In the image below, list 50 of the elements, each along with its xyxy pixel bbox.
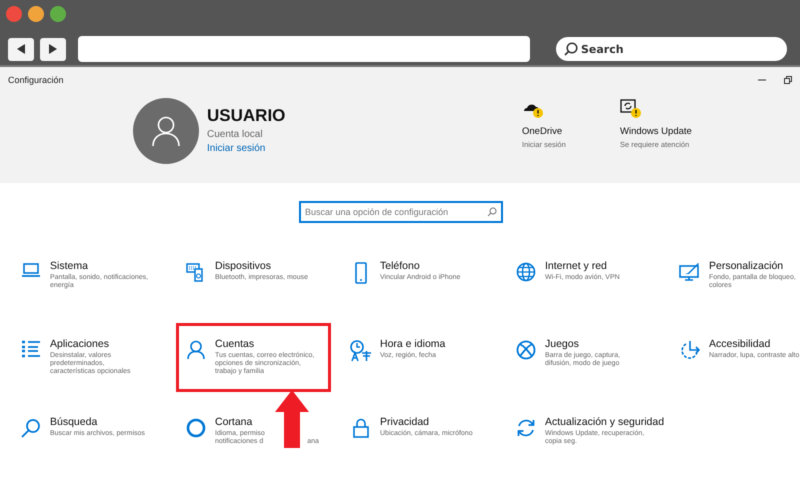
list-icon — [21, 340, 41, 358]
forward-icon[interactable] — [47, 43, 59, 55]
laptop-icon — [21, 262, 41, 278]
close-dot-icon[interactable] — [6, 6, 22, 22]
minimize-dot-icon[interactable] — [28, 6, 44, 22]
lock-icon — [353, 418, 369, 438]
sync-icon — [516, 418, 536, 438]
update-warning-icon — [620, 99, 642, 119]
category-title: Juegos — [545, 338, 580, 350]
category-title: Búsqueda — [50, 416, 98, 428]
window-title: Configuración — [8, 75, 64, 85]
keyboard-speaker-icon — [186, 262, 206, 282]
search-icon — [21, 418, 41, 438]
category-title: Accesibilidad — [709, 338, 772, 350]
back-button[interactable] — [8, 38, 34, 60]
globe-icon — [516, 262, 536, 282]
forward-button[interactable] — [40, 38, 66, 60]
search-icon — [564, 42, 578, 56]
pointer-arrow — [275, 390, 309, 448]
category-title: Cortana — [215, 416, 254, 428]
category-title: Cuentas — [215, 338, 256, 350]
category-title: Privacidad — [380, 416, 430, 428]
accessibility-icon — [680, 340, 700, 360]
category-title: Teléfono — [380, 260, 421, 272]
account-type: Cuenta local — [207, 129, 264, 140]
search-icon — [487, 207, 497, 217]
monitor-brush-icon — [679, 262, 701, 282]
clock-language-icon — [350, 340, 372, 362]
back-icon[interactable] — [15, 43, 27, 55]
restore-icon[interactable] — [784, 76, 792, 84]
status-title[interactable]: Windows Update — [620, 126, 700, 137]
status-title[interactable]: OneDrive — [522, 126, 582, 137]
category-title: Personalización — [709, 260, 784, 272]
browser-search-field[interactable]: Search — [556, 37, 787, 61]
category-title: Aplicaciones — [50, 338, 110, 350]
category-title: Sistema — [50, 260, 89, 272]
category-title: Actualización y seguridad — [545, 416, 664, 428]
address-field[interactable] — [78, 36, 530, 62]
sign-in-link[interactable]: Iniciar sesión — [207, 143, 286, 154]
category-title: Dispositivos — [215, 260, 272, 272]
zoom-dot-icon[interactable] — [50, 6, 66, 22]
person-icon — [186, 340, 206, 360]
category-title: Hora e idioma — [380, 338, 446, 350]
ring-icon — [186, 418, 206, 438]
settings-search-field[interactable]: Buscar una opción de configuración — [299, 201, 503, 223]
phone-icon — [354, 262, 368, 284]
minimize-icon[interactable] — [758, 79, 766, 81]
xbox-icon — [516, 340, 536, 360]
user-name: USUARIO — [207, 106, 286, 126]
category-title: Internet y red — [545, 260, 608, 272]
